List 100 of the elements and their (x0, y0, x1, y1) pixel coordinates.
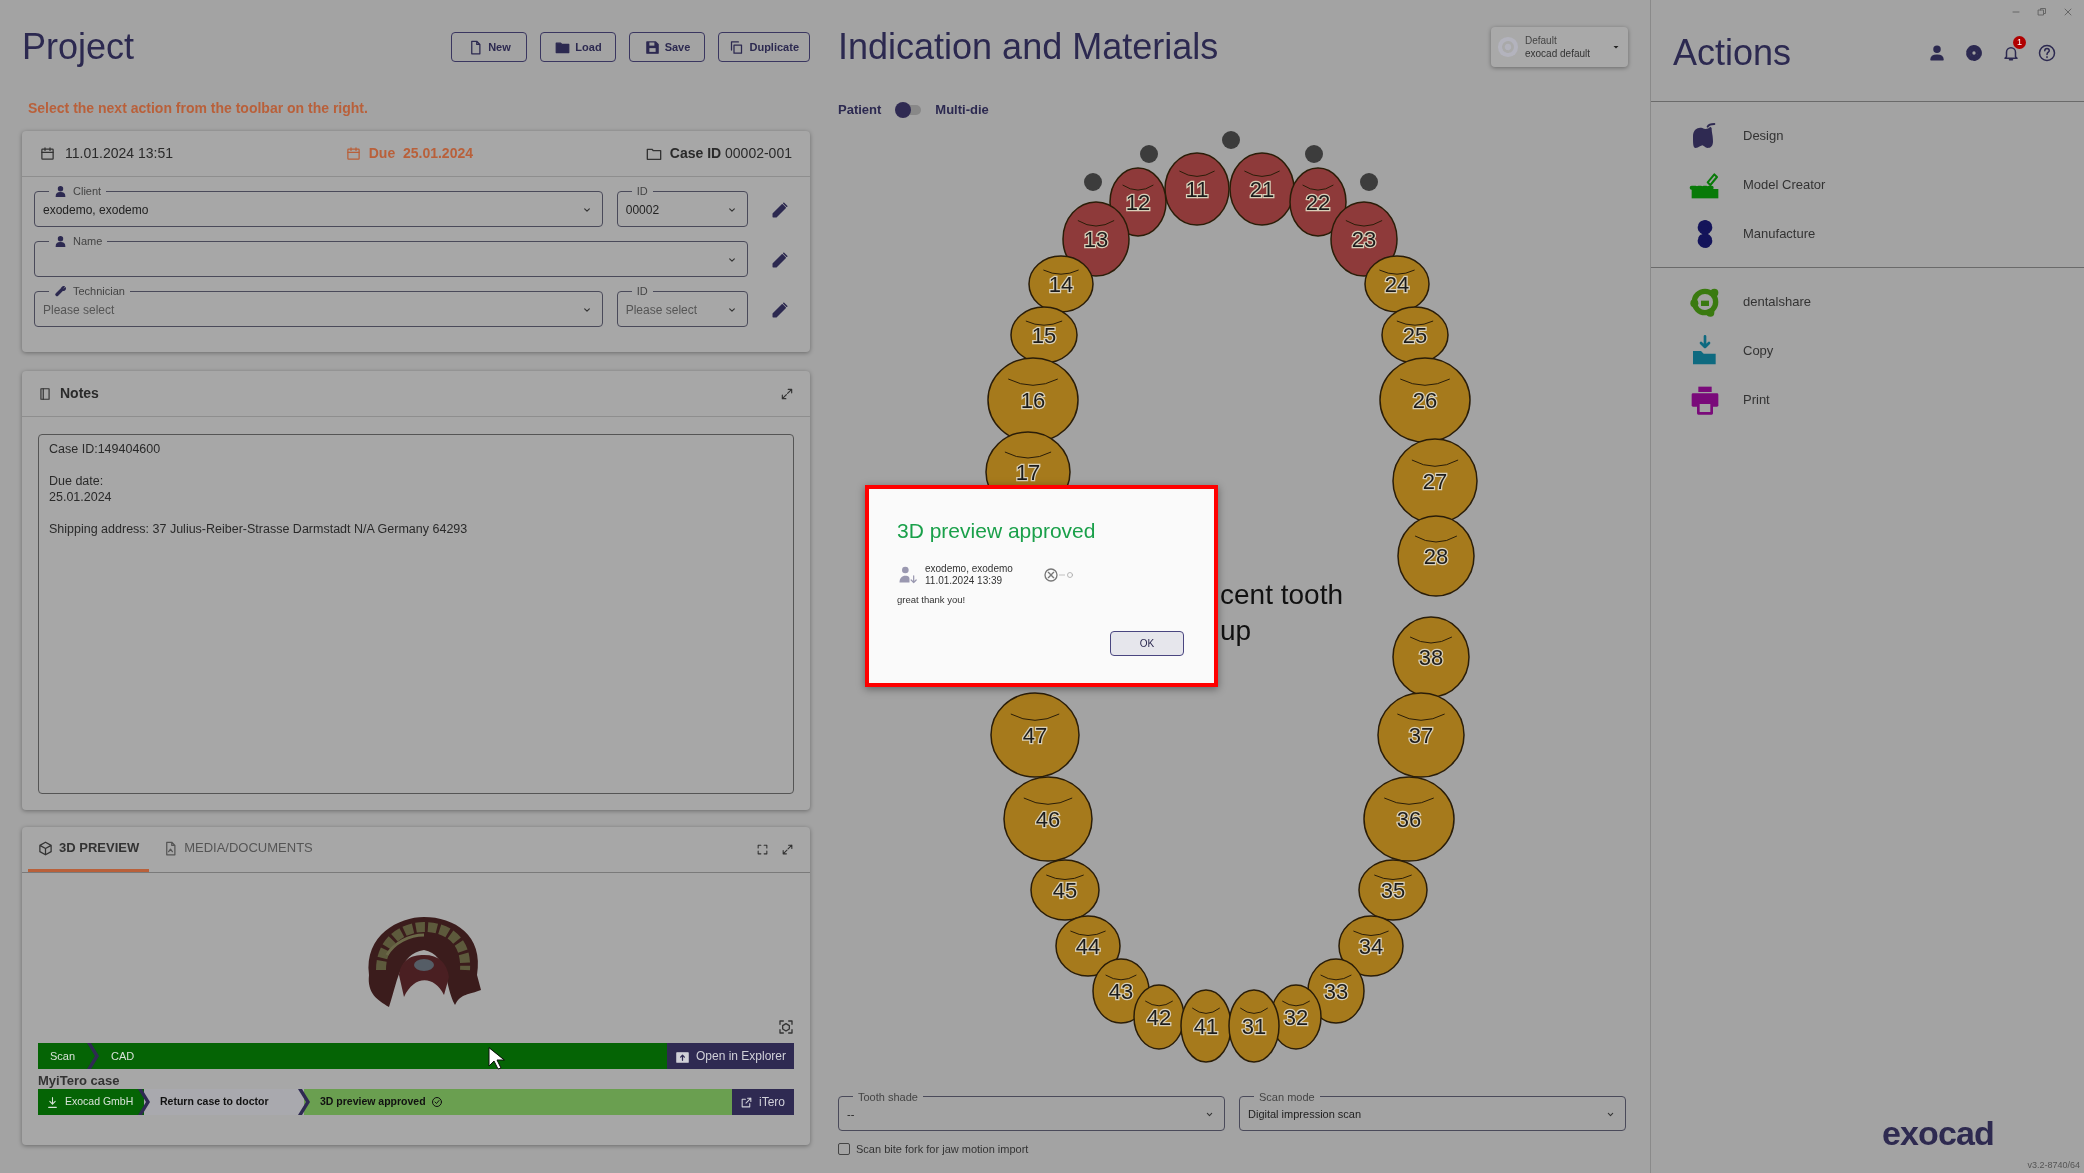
panel-title: Actions (1673, 30, 1792, 75)
tooth[interactable]: 37 (1377, 692, 1465, 778)
notes-field[interactable]: Case ID:149404600 Due date: 25.01.2024 Shipping address: 37 Julius-Reiber-Strasse Darmstadt N/A Germany 64293 (38, 434, 794, 794)
itero-title: MyiTero case (38, 1073, 121, 1089)
panel-title: Indication and Materials (838, 25, 1219, 69)
hint-text: cent tooth (1220, 578, 1343, 612)
tooth[interactable]: 46 (1003, 776, 1093, 862)
user-download-icon (897, 564, 917, 585)
restore-icon (2036, 6, 2048, 18)
tooth[interactable]: 28 (1397, 515, 1475, 597)
toolbar-button[interactable]: Load (540, 32, 617, 62)
patient-toggle[interactable] (895, 101, 922, 118)
calendar-icon (345, 146, 361, 161)
connector-dot[interactable] (1305, 145, 1323, 163)
tab[interactable]: MEDIA/DOCUMENTS (153, 827, 323, 872)
comment-time: 11.01.2024 13:39 (925, 574, 1004, 587)
tooth[interactable]: 47 (990, 692, 1080, 778)
check-circle-icon (430, 1096, 443, 1108)
ok-button[interactable]: OK (1110, 630, 1184, 656)
version-text: v3.2-8740/64 (2027, 1158, 2080, 1172)
comment-text: great thank you! (897, 592, 967, 607)
fullscreen-icon (756, 843, 769, 856)
hint-text: up (1220, 614, 1253, 648)
case-id: Case ID 00002-001 (669, 144, 792, 163)
tab[interactable]: 3D PREVIEW (28, 827, 150, 872)
name-dropdown[interactable]: Name (34, 233, 749, 277)
external-link-icon (740, 1095, 753, 1109)
author-name: exodemo, exodemo (925, 562, 1013, 575)
itero-step: 3D preview approved (304, 1089, 732, 1115)
chevron-icon (87, 1043, 100, 1069)
edit-icon (771, 201, 790, 219)
file-icon (468, 39, 484, 55)
toolbar-button[interactable]: New (451, 32, 528, 62)
user-icon (1928, 43, 1946, 62)
connector-dot[interactable] (1084, 173, 1102, 191)
tooth[interactable]: 36 (1363, 776, 1455, 862)
tooth[interactable]: 25 (1381, 306, 1449, 364)
profile-dropdown[interactable]: Default exocad default (1491, 27, 1628, 67)
document-icon (163, 840, 179, 856)
tooth[interactable]: 14 (1028, 255, 1094, 313)
toolbar-button[interactable]: Duplicate (718, 32, 810, 62)
cube-icon (38, 840, 53, 856)
itero-step: Return case to doctor (144, 1089, 304, 1115)
connector-dot[interactable] (1222, 131, 1240, 149)
folder-icon (555, 39, 571, 55)
tooth[interactable]: 31 (1228, 989, 1280, 1063)
copy-icon (729, 39, 745, 55)
toolbar-button[interactable]: Save (629, 32, 706, 62)
action-item[interactable]: Print (1651, 375, 2084, 424)
toggle-label: Multi-die (935, 101, 989, 119)
exocad-logo: exocad (1881, 1113, 1994, 1154)
help-icon (2038, 43, 2056, 62)
workflow-step: CAD (99, 1043, 147, 1069)
tooth[interactable]: 42 (1133, 984, 1185, 1050)
itero-step: Exocad GmbH (38, 1089, 144, 1115)
action-item[interactable]: Design (1651, 111, 2084, 160)
reset-view-icon (778, 1019, 794, 1035)
notes-title: Notes (60, 384, 99, 403)
instruction-text: Select the next action from the toolbar on the right. (28, 99, 369, 118)
close-icon (2062, 6, 2074, 18)
expand-icon (780, 386, 794, 401)
calendar-icon (40, 146, 55, 161)
wrench-icon (54, 284, 67, 298)
workflow-step: Scan (38, 1043, 88, 1069)
client-dropdown[interactable]: Client exodemo, exodemo (34, 183, 603, 227)
tooth[interactable]: 21 (1229, 152, 1295, 226)
expand-icon (781, 843, 794, 856)
chevron-icon (298, 1089, 310, 1115)
open-in-explorer-button[interactable]: Open in Explorer (666, 1043, 794, 1069)
panel-title: Project (22, 25, 135, 69)
notes-icon (38, 386, 52, 401)
circle-icon (1064, 569, 1075, 580)
person-icon (54, 184, 67, 198)
itero-button[interactable]: iTero (732, 1089, 794, 1115)
tooth[interactable]: 11 (1164, 152, 1230, 226)
created-date: 11.01.2024 13:51 (65, 144, 173, 163)
connector-dot[interactable] (1140, 145, 1158, 163)
tooth[interactable]: 41 (1180, 989, 1232, 1063)
technician-dropdown[interactable]: Technician Please select (34, 283, 603, 327)
notification-badge: 1 (2013, 35, 2026, 49)
tooth[interactable]: 15 (1010, 306, 1078, 364)
tooth[interactable]: 35 (1358, 859, 1428, 921)
tooth[interactable]: 45 (1030, 859, 1100, 921)
tooth[interactable]: 24 (1364, 255, 1430, 313)
action-item[interactable]: dentalshare (1651, 277, 2084, 326)
edit-icon (771, 251, 790, 269)
connector-dot[interactable] (1360, 173, 1378, 191)
download-icon (46, 1095, 59, 1109)
cancel-icon (1042, 566, 1059, 583)
tooth[interactable]: 26 (1379, 357, 1471, 443)
action-item[interactable]: Copy (1651, 326, 2084, 375)
dialog-title: 3D preview approved (897, 518, 1097, 544)
person-icon (54, 234, 67, 248)
action-item[interactable]: Model Creator (1651, 160, 2084, 209)
tooth[interactable]: 38 (1392, 616, 1470, 698)
edit-icon (771, 301, 790, 319)
action-item[interactable]: Manufacture (1651, 209, 2084, 258)
toggle-label: Patient (838, 101, 882, 119)
due-date: Due 25.01.2024 (368, 144, 473, 163)
bite-fork-checkbox[interactable]: Scan bite fork for jaw motion import (838, 1140, 1029, 1157)
